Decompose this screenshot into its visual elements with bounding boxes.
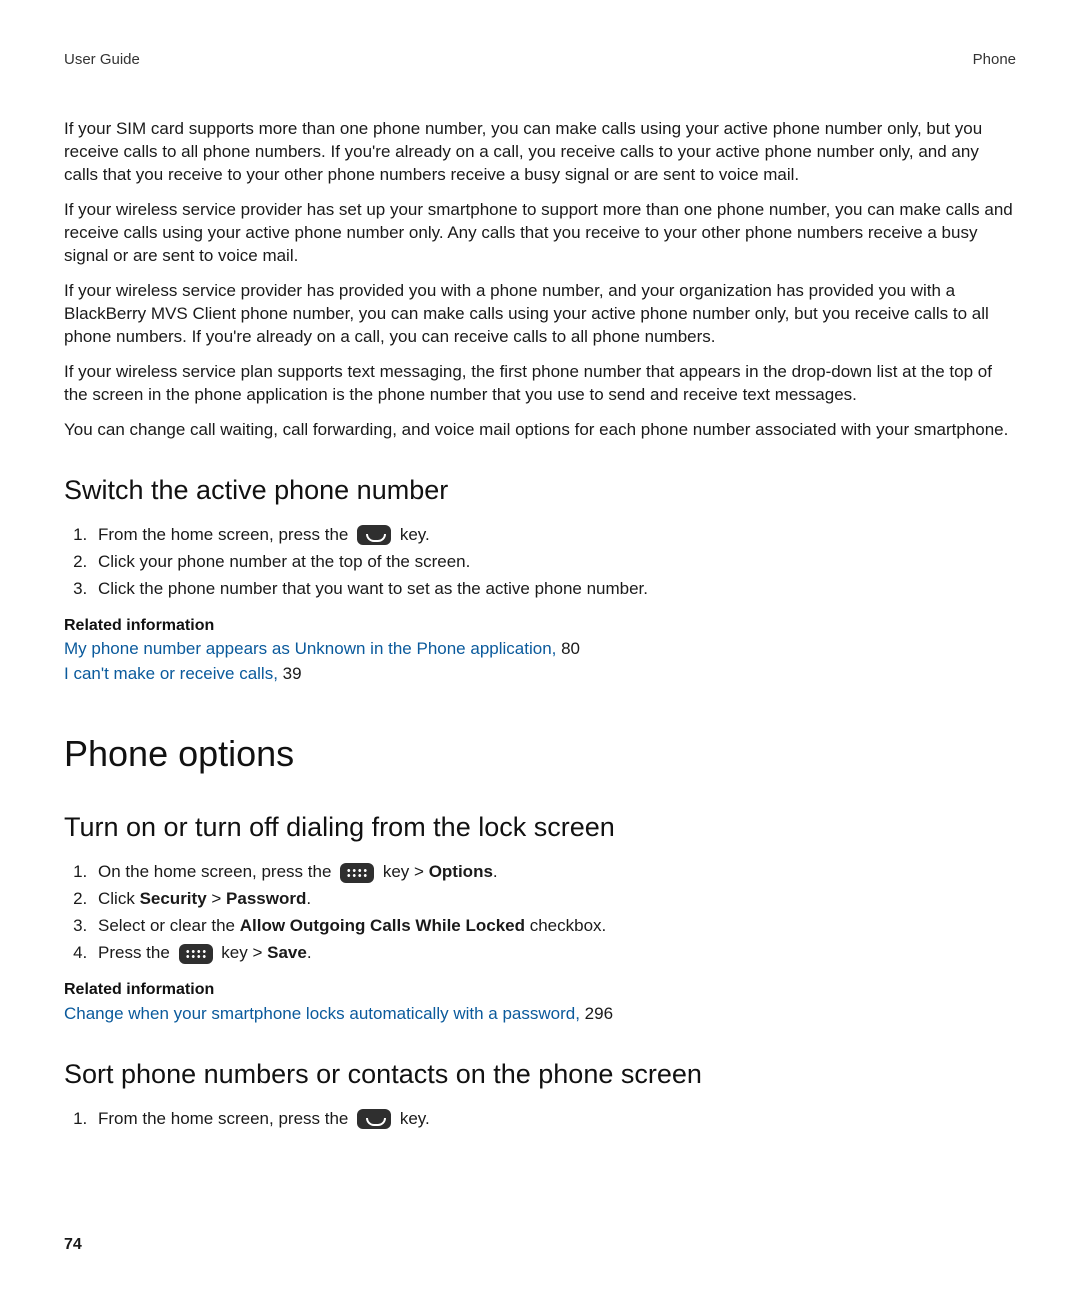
related-link-row: My phone number appears as Unknown in th… bbox=[64, 638, 1016, 661]
related-information-heading: Related information bbox=[64, 979, 1016, 1001]
sort-steps-list: From the home screen, press the key. bbox=[64, 1108, 1016, 1131]
sort-step-1: From the home screen, press the key. bbox=[92, 1108, 1016, 1131]
heading-phone-options: Phone options bbox=[64, 730, 1016, 779]
related-information-heading: Related information bbox=[64, 615, 1016, 637]
step-text: key > bbox=[378, 862, 429, 881]
step-text: key > bbox=[217, 943, 268, 962]
step-bold: Options bbox=[429, 862, 493, 881]
step-text: On the home screen, press the bbox=[98, 862, 336, 881]
step-text: . bbox=[307, 943, 312, 962]
link-cant-make-calls[interactable]: I can't make or receive calls, bbox=[64, 664, 283, 683]
menu-key-icon bbox=[179, 944, 213, 964]
step-text: . bbox=[493, 862, 498, 881]
lockscreen-step-2: Click Security > Password. bbox=[92, 888, 1016, 911]
step-text: . bbox=[306, 889, 311, 908]
send-key-icon bbox=[357, 1109, 391, 1129]
step-bold: Allow Outgoing Calls While Locked bbox=[240, 916, 525, 935]
step-text: key. bbox=[395, 525, 430, 544]
intro-paragraph-4: If your wireless service plan supports t… bbox=[64, 361, 1016, 407]
step-text: Select or clear the bbox=[98, 916, 240, 935]
related-link-row: Change when your smartphone locks automa… bbox=[64, 1003, 1016, 1026]
step-text: > bbox=[207, 889, 226, 908]
link-change-lock-password[interactable]: Change when your smartphone locks automa… bbox=[64, 1004, 585, 1023]
lockscreen-steps-list: On the home screen, press the key > Opti… bbox=[64, 861, 1016, 965]
step-text: Press the bbox=[98, 943, 175, 962]
running-header: User Guide Phone bbox=[64, 50, 1016, 70]
step-bold: Password bbox=[226, 889, 306, 908]
switch-step-3: Click the phone number that you want to … bbox=[92, 578, 1016, 601]
step-bold: Save bbox=[267, 943, 307, 962]
page: User Guide Phone If your SIM card suppor… bbox=[0, 0, 1080, 1296]
header-left: User Guide bbox=[64, 50, 140, 70]
send-key-icon bbox=[357, 525, 391, 545]
heading-switch-active-number: Switch the active phone number bbox=[64, 472, 1016, 508]
step-bold: Security bbox=[140, 889, 207, 908]
lockscreen-step-3: Select or clear the Allow Outgoing Calls… bbox=[92, 915, 1016, 938]
step-text: checkbox. bbox=[525, 916, 606, 935]
step-text: Click bbox=[98, 889, 140, 908]
intro-paragraph-5: You can change call waiting, call forwar… bbox=[64, 419, 1016, 442]
intro-paragraph-2: If your wireless service provider has se… bbox=[64, 199, 1016, 268]
link-page-ref: 80 bbox=[561, 639, 580, 658]
lockscreen-step-4: Press the key > Save. bbox=[92, 942, 1016, 965]
heading-dialing-lock-screen: Turn on or turn off dialing from the loc… bbox=[64, 809, 1016, 845]
header-right: Phone bbox=[973, 50, 1016, 70]
link-page-ref: 39 bbox=[283, 664, 302, 683]
switch-steps-list: From the home screen, press the key. Cli… bbox=[64, 524, 1016, 601]
intro-paragraph-1: If your SIM card supports more than one … bbox=[64, 118, 1016, 187]
link-unknown-number[interactable]: My phone number appears as Unknown in th… bbox=[64, 639, 561, 658]
page-number: 74 bbox=[64, 1234, 82, 1256]
heading-sort-numbers: Sort phone numbers or contacts on the ph… bbox=[64, 1056, 1016, 1092]
step-text: key. bbox=[395, 1109, 430, 1128]
intro-paragraph-3: If your wireless service provider has pr… bbox=[64, 280, 1016, 349]
step-text: From the home screen, press the bbox=[98, 1109, 353, 1128]
menu-key-icon bbox=[340, 863, 374, 883]
related-link-row: I can't make or receive calls, 39 bbox=[64, 663, 1016, 686]
link-page-ref: 296 bbox=[585, 1004, 613, 1023]
switch-step-2: Click your phone number at the top of th… bbox=[92, 551, 1016, 574]
switch-step-1: From the home screen, press the key. bbox=[92, 524, 1016, 547]
lockscreen-step-1: On the home screen, press the key > Opti… bbox=[92, 861, 1016, 884]
step-text: From the home screen, press the bbox=[98, 525, 353, 544]
